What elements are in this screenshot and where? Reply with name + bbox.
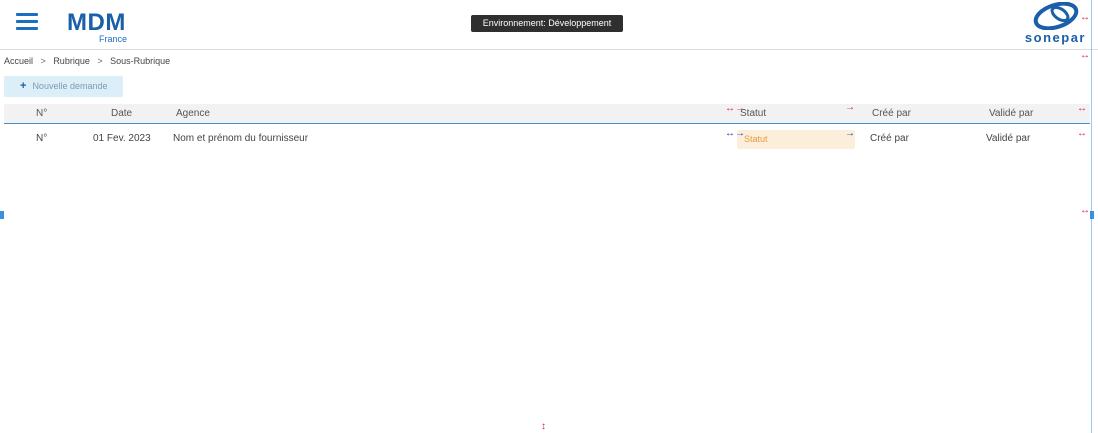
requests-table: N° Date Agence Statut Créé par Validé pa… xyxy=(4,104,1090,154)
table-header: N° Date Agence Statut Créé par Validé pa… xyxy=(4,104,1090,124)
cell-cree-par: Créé par xyxy=(870,133,909,144)
arrow-marker-icon: ↔ xyxy=(1080,205,1090,216)
breadcrumb-separator: > xyxy=(97,56,103,66)
sonepar-logo[interactable]: sonepar xyxy=(1002,2,1086,45)
arrow-marker-icon: → xyxy=(845,102,855,113)
sonepar-logo-icon xyxy=(1033,2,1079,30)
arrow-marker-icon: → xyxy=(845,128,855,139)
arrow-marker-icon: ↔→ xyxy=(725,128,745,139)
breadcrumb-item-accueil[interactable]: Accueil xyxy=(4,56,33,66)
breadcrumb: Accueil > Rubrique > Sous-Rubrique xyxy=(4,56,175,66)
app-header: MDM France Environnement: Développement … xyxy=(0,0,1098,50)
arrow-marker-icon: ↕ xyxy=(541,421,546,432)
column-header-agence[interactable]: Agence xyxy=(176,104,210,124)
cell-agence: Nom et prénom du fournisseur xyxy=(173,133,309,144)
logo-sub-text: France xyxy=(99,34,128,44)
arrow-marker-icon: ↔ xyxy=(1077,103,1087,114)
column-header-valide-par[interactable]: Validé par xyxy=(989,104,1033,124)
arrow-marker-icon: ↔ xyxy=(1080,50,1090,61)
mdm-logo[interactable]: MDM France xyxy=(67,9,127,45)
arrow-marker-icon: ↔ xyxy=(1080,12,1090,23)
new-request-button[interactable]: + Nouvelle demande xyxy=(4,76,123,97)
column-header-cree-par[interactable]: Créé par xyxy=(872,104,911,124)
logo-main-text: MDM xyxy=(67,9,126,36)
cell-valide-par: Validé par xyxy=(986,133,1031,144)
breadcrumb-item-rubrique[interactable]: Rubrique xyxy=(53,56,90,66)
column-header-num[interactable]: N° xyxy=(36,104,47,124)
cell-num: N° xyxy=(36,133,48,144)
resize-handle[interactable] xyxy=(0,211,4,219)
hamburger-menu-icon[interactable] xyxy=(16,13,38,31)
brand-name: sonepar xyxy=(1024,30,1086,45)
new-request-label: Nouvelle demande xyxy=(32,81,108,91)
column-header-date[interactable]: Date xyxy=(111,104,132,124)
plus-icon: + xyxy=(20,80,27,92)
arrow-marker-icon: ↔→ xyxy=(725,103,745,114)
environment-badge: Environnement: Développement xyxy=(471,15,623,32)
table-row[interactable]: N° 01 Fev. 2023 Nom et prénom du fournis… xyxy=(4,124,1090,154)
status-badge: Statut xyxy=(737,130,855,149)
arrow-marker-icon: ↔ xyxy=(1077,128,1087,139)
cell-date: 01 Fev. 2023 xyxy=(93,133,151,144)
breadcrumb-separator: > xyxy=(40,56,46,66)
resize-handle[interactable] xyxy=(1090,211,1094,219)
breadcrumb-item-sous-rubrique: Sous-Rubrique xyxy=(110,56,171,66)
